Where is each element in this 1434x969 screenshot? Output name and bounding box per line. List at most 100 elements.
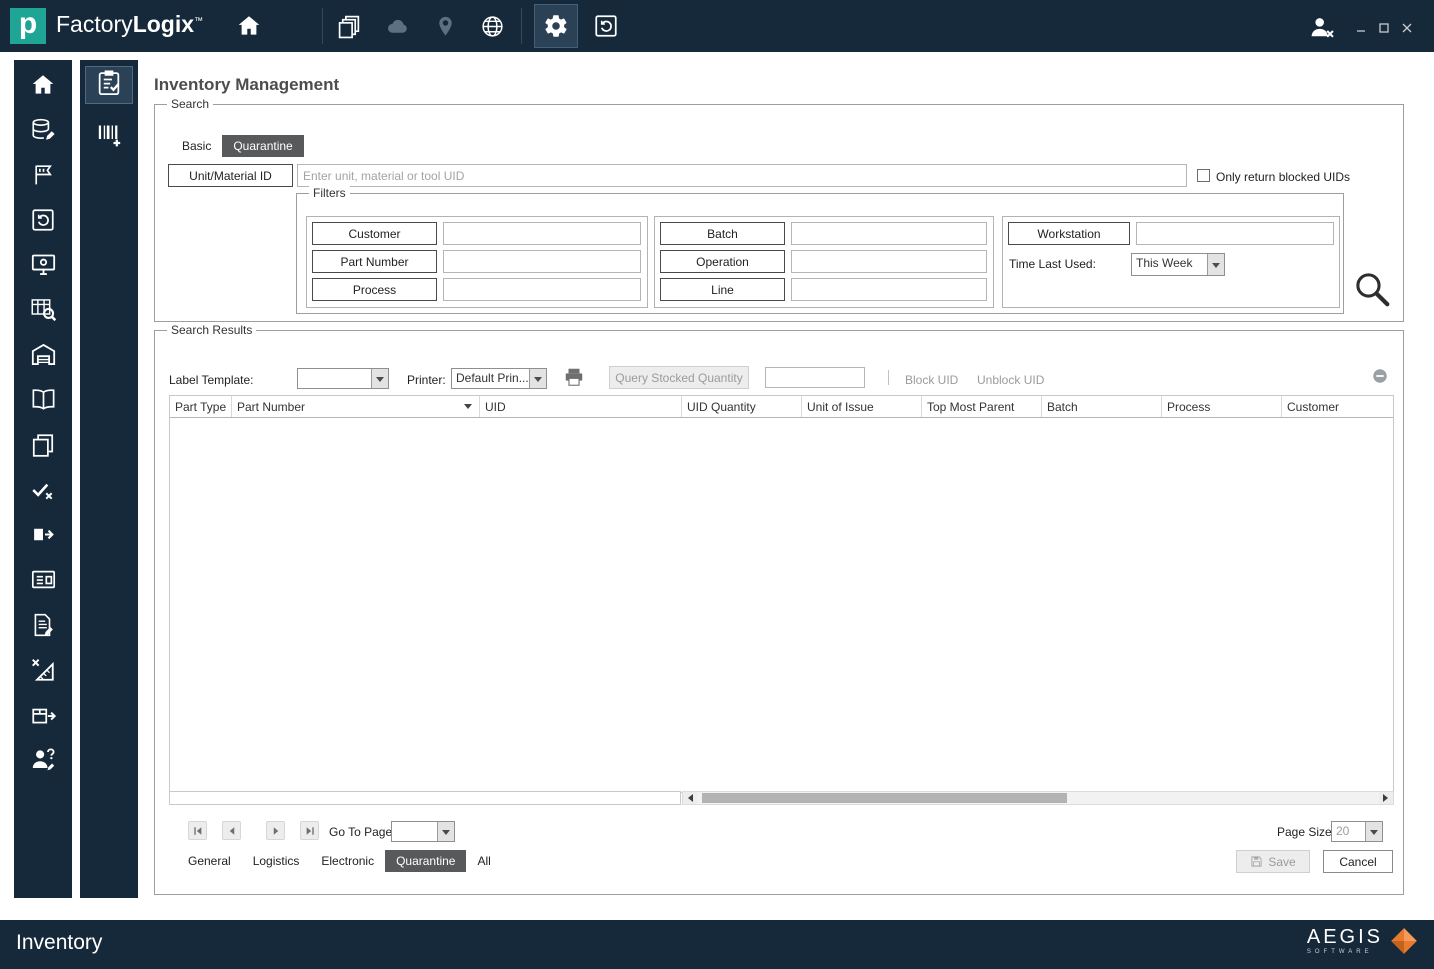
query-stocked-quantity-button[interactable]: Query Stocked Quantity	[609, 366, 749, 389]
label-template-combo[interactable]	[297, 368, 389, 389]
column-header-batch[interactable]: Batch	[1042, 396, 1162, 417]
column-header-uid[interactable]: UID	[480, 396, 682, 417]
column-header-customer[interactable]: Customer	[1282, 396, 1395, 417]
minimize-icon[interactable]	[1352, 21, 1370, 35]
horizontal-scrollbar[interactable]	[682, 791, 1394, 805]
stocked-quantity-input[interactable]	[765, 367, 865, 388]
user-block-icon[interactable]	[1306, 12, 1338, 42]
only-blocked-checkbox[interactable]	[1197, 169, 1210, 182]
sort-desc-icon	[464, 404, 472, 413]
dropdown-arrow-icon[interactable]	[437, 822, 454, 841]
sidebar-item-id-card[interactable]	[21, 569, 65, 595]
tab-quarantine[interactable]: Quarantine	[222, 135, 304, 157]
dropdown-arrow-icon[interactable]	[371, 369, 388, 388]
batch-filter-button[interactable]: Batch	[660, 222, 785, 245]
column-header-top-most-parent[interactable]: Top Most Parent	[922, 396, 1042, 417]
titlebar: p FactoryLogix™	[0, 0, 1434, 52]
pages-icon[interactable]	[336, 13, 362, 39]
workstation-filter-input[interactable]	[1136, 222, 1334, 245]
page-size-value: 20	[1336, 824, 1350, 838]
sidebar-item-pages[interactable]	[21, 433, 65, 460]
part-number-filter-input[interactable]	[443, 250, 641, 273]
sidebar-item-double-check[interactable]	[21, 479, 65, 505]
batch-filter-input[interactable]	[791, 222, 987, 245]
brand-subtitle: SOFTWARE	[1306, 949, 1373, 955]
column-header-uid-quantity[interactable]: UID Quantity	[682, 396, 802, 417]
cancel-button[interactable]: Cancel	[1323, 850, 1393, 873]
prev-page-icon[interactable]	[222, 821, 241, 840]
sidebar-item-document-edit[interactable]	[21, 613, 65, 640]
sidebar-item-history-panel[interactable]	[21, 208, 65, 235]
tab-general[interactable]: General	[177, 850, 242, 872]
cloud-icon[interactable]	[384, 13, 410, 39]
sidebar-item-table-search[interactable]	[21, 299, 65, 325]
column-header-process[interactable]: Process	[1162, 396, 1282, 417]
location-icon[interactable]	[432, 13, 458, 39]
scroll-left-icon[interactable]	[683, 792, 697, 804]
process-filter-button[interactable]: Process	[312, 278, 437, 301]
block-uid-link[interactable]: Block UID	[905, 373, 958, 387]
sidebar-item-home[interactable]	[21, 74, 65, 100]
sidebar-item-warehouse[interactable]	[21, 343, 65, 370]
sidebar-item-ruler-cancel[interactable]	[21, 658, 65, 685]
close-icon[interactable]	[1398, 21, 1416, 35]
scroll-right-icon[interactable]	[1379, 792, 1393, 804]
remove-icon[interactable]	[1371, 367, 1389, 390]
customer-filter-button[interactable]: Customer	[312, 222, 437, 245]
dropdown-arrow-icon[interactable]	[529, 369, 546, 388]
operation-filter-input[interactable]	[791, 250, 987, 273]
process-filter-input[interactable]	[443, 278, 641, 301]
maximize-icon[interactable]	[1375, 21, 1393, 35]
time-last-used-combo[interactable]: This Week	[1131, 253, 1225, 276]
home-icon[interactable]	[236, 13, 262, 39]
go-to-page-label: Go To Page	[329, 825, 393, 839]
tab-basic[interactable]: Basic	[171, 135, 222, 157]
column-header-unit-of-issue[interactable]: Unit of Issue	[802, 396, 922, 417]
tab-electronic[interactable]: Electronic	[310, 850, 385, 872]
operation-filter-button[interactable]: Operation	[660, 250, 785, 273]
gear-icon[interactable]	[534, 4, 578, 48]
tab-all[interactable]: All	[466, 850, 501, 872]
unblock-uid-link[interactable]: Unblock UID	[977, 373, 1044, 387]
sidebar-item-monitor[interactable]	[21, 254, 65, 280]
label-template-value	[298, 369, 371, 388]
scrollbar-thumb[interactable]	[702, 793, 1067, 803]
workstation-filter-button[interactable]: Workstation	[1008, 222, 1130, 245]
customer-filter-input[interactable]	[443, 222, 641, 245]
sidebar-item-inventory-list[interactable]	[85, 66, 133, 104]
history-icon[interactable]	[584, 4, 628, 48]
sidebar-item-flag-chart[interactable]	[21, 164, 65, 190]
next-page-icon[interactable]	[266, 821, 285, 840]
sidebar-item-book[interactable]	[21, 389, 65, 415]
line-filter-input[interactable]	[791, 278, 987, 301]
line-filter-button[interactable]: Line	[660, 278, 785, 301]
dropdown-arrow-icon[interactable]	[1365, 822, 1382, 841]
app-window: p FactoryLogix™ Inventory Management Sea…	[0, 0, 1434, 969]
save-button[interactable]: Save	[1236, 850, 1310, 873]
unit-material-input[interactable]	[297, 164, 1187, 187]
column-header-part-number[interactable]: Part Number	[232, 396, 480, 417]
search-icon[interactable]	[1352, 269, 1392, 314]
column-header-part-type[interactable]: Part Type	[170, 396, 232, 417]
part-number-filter-button[interactable]: Part Number	[312, 250, 437, 273]
tab-quarantine-results[interactable]: Quarantine	[385, 850, 467, 872]
sidebar-item-package-move[interactable]	[21, 704, 65, 730]
go-to-page-combo[interactable]	[391, 821, 455, 842]
sidebar-item-database-edit[interactable]	[21, 118, 65, 145]
globe-icon[interactable]	[479, 13, 505, 39]
printer-icon[interactable]	[563, 366, 585, 393]
last-page-icon[interactable]	[300, 821, 319, 840]
sidebar-item-barcode-add[interactable]	[85, 118, 133, 156]
dropdown-arrow-icon[interactable]	[1207, 254, 1224, 275]
toolbar-separator	[888, 370, 889, 385]
time-last-used-value: This Week	[1136, 256, 1193, 270]
sidebar-item-export[interactable]	[21, 524, 65, 550]
printer-combo[interactable]: Default Prin...	[451, 368, 547, 389]
page-size-combo[interactable]: 20	[1331, 821, 1383, 842]
primary-sidebar	[14, 60, 72, 898]
first-page-icon[interactable]	[188, 821, 207, 840]
sidebar-item-user-question[interactable]	[21, 748, 65, 775]
tab-logistics[interactable]: Logistics	[242, 850, 311, 872]
unit-material-id-button[interactable]: Unit/Material ID	[168, 164, 293, 187]
left-scrollbar-track[interactable]	[169, 791, 681, 805]
